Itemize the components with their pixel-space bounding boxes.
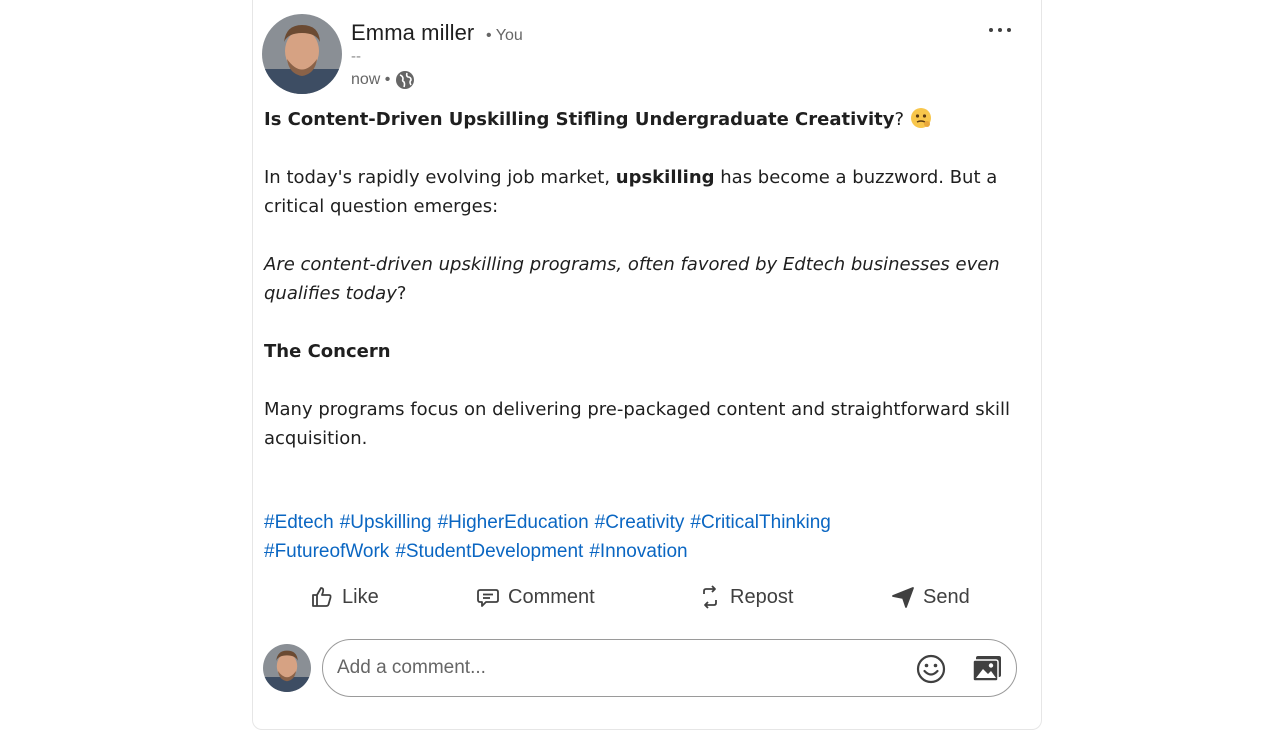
hashtag-link[interactable]: #Edtech (264, 512, 334, 533)
section-heading: The Concern (264, 341, 391, 362)
repost-icon (703, 585, 717, 609)
emoji-icon (916, 654, 946, 684)
hashtag-link[interactable]: #Upskilling (340, 512, 432, 533)
comment-label: Comment (508, 585, 595, 608)
current-user-avatar (263, 644, 311, 692)
globe-icon (396, 71, 415, 89)
comment-placeholder: Add a comment... (337, 657, 486, 678)
thumbs-up-icon (312, 587, 332, 607)
send-icon (892, 587, 914, 608)
add-photo-button[interactable] (971, 654, 1003, 684)
author-avatar[interactable] (262, 14, 342, 94)
like-label: Like (342, 585, 379, 608)
image-icon (972, 656, 1001, 682)
repost-label: Repost (730, 585, 794, 608)
repost-button[interactable]: Repost (698, 585, 793, 609)
hashtag-link[interactable]: #FutureofWork (264, 541, 389, 562)
more-options-button[interactable] (986, 18, 1014, 42)
paragraph-1: In today's rapidly evolving job market, … (264, 167, 998, 217)
post-title-text: Is Content-Driven Upskilling Stifling Un… (264, 109, 895, 130)
comment-input[interactable]: Add a comment... (322, 639, 1017, 697)
like-button[interactable]: Like (310, 585, 379, 609)
post-meta: now • (351, 70, 415, 90)
post-title-suffix: ? (894, 109, 905, 130)
hashtag-link[interactable]: #CriticalThinking (690, 512, 830, 533)
hashtag-list: #Edtech #Upskilling #HigherEducation #Creat… (264, 508, 1014, 566)
hashtag-link[interactable]: #StudentDevelopment (395, 541, 583, 562)
comment-icon (477, 589, 499, 607)
hashtag-link[interactable]: #HigherEducation (438, 512, 589, 533)
send-button[interactable]: Send (891, 585, 970, 609)
post-text: Is Content-Driven Upskilling Stifling Un… (264, 105, 1014, 453)
you-tag: • You (486, 27, 523, 44)
hashtag-link[interactable]: #Creativity (595, 512, 685, 533)
author-name[interactable]: Emma miller (351, 20, 474, 46)
paragraph-2: Are content-driven upskilling programs, … (264, 254, 1000, 304)
thinking-face-icon (910, 108, 931, 128)
post-title: Is Content-Driven Upskilling Stifling Un… (264, 105, 1014, 134)
comment-button[interactable]: Comment (476, 585, 595, 609)
author-headline: -- (351, 48, 361, 65)
hashtag-link[interactable]: #Innovation (589, 541, 687, 562)
post-time: now • (351, 71, 391, 88)
more-horizontal-icon (989, 28, 1011, 32)
send-label: Send (923, 585, 970, 608)
emoji-button[interactable] (915, 653, 947, 685)
paragraph-3: Many programs focus on delivering pre-pa… (264, 399, 1011, 449)
